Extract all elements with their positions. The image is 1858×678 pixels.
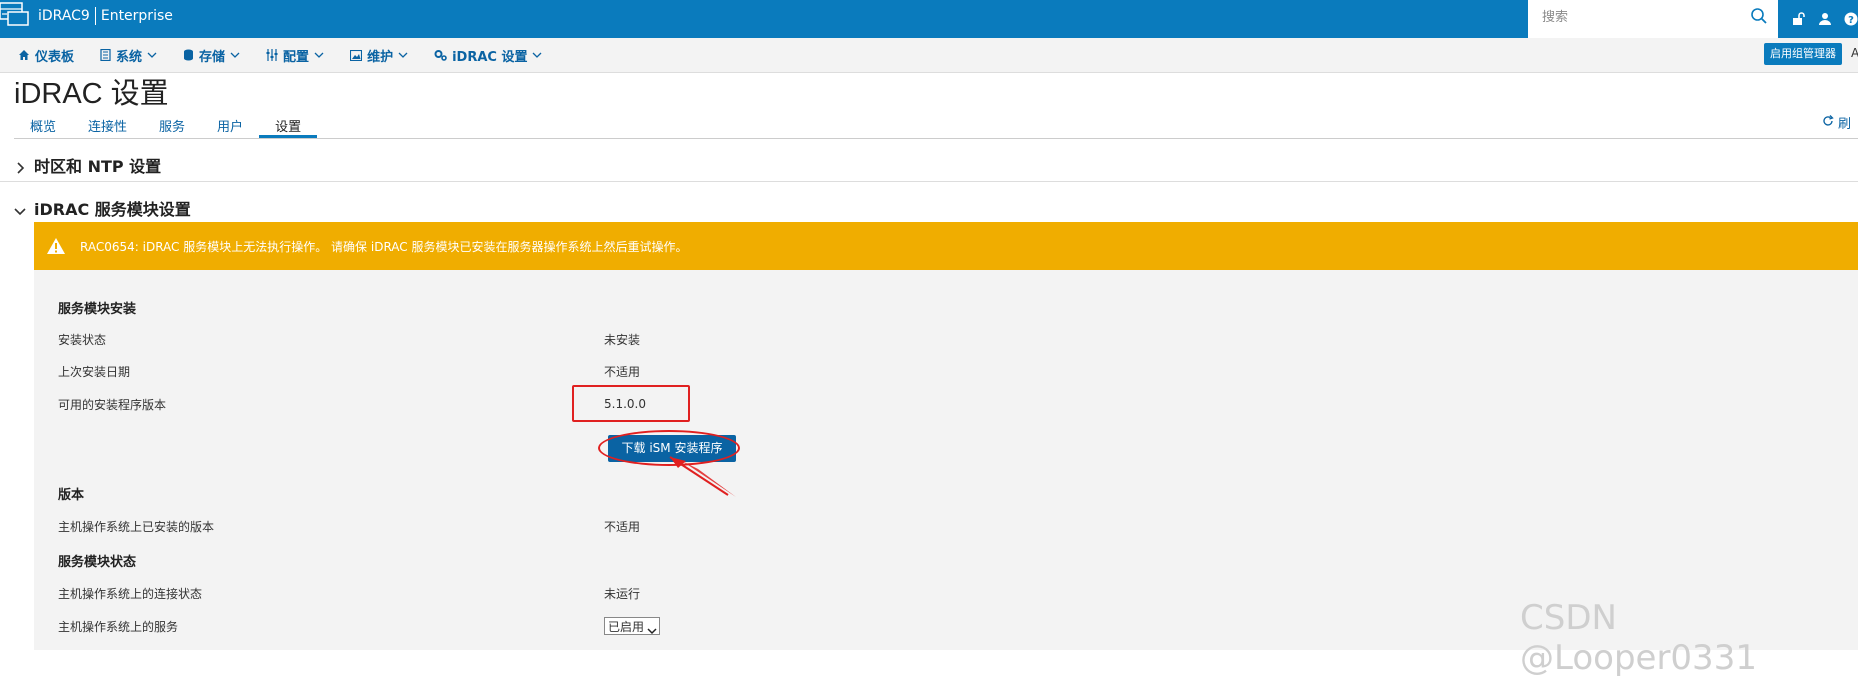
product-name: iDRAC9 bbox=[38, 8, 90, 24]
ism-section-title: iDRAC 服务模块设置 bbox=[34, 200, 191, 219]
home-icon bbox=[18, 49, 30, 61]
chevron-down-icon bbox=[647, 622, 657, 635]
unlock-icon[interactable] bbox=[1792, 12, 1806, 26]
top-icons: ? bbox=[1788, 0, 1858, 38]
nav-system-label: 系统 bbox=[116, 49, 143, 65]
host-installed-version-label: 主机操作系统上已安装的版本 bbox=[58, 520, 215, 534]
refresh-icon bbox=[1822, 114, 1834, 131]
host-service-selected: 已启用 bbox=[608, 620, 645, 634]
idrac-logo-icon bbox=[0, 0, 30, 38]
enable-group-manager-button[interactable]: 启用组管理器 bbox=[1764, 43, 1842, 65]
sliders-icon bbox=[266, 49, 278, 61]
help-icon[interactable]: ? bbox=[1844, 12, 1858, 26]
install-status-label: 安装状态 bbox=[58, 333, 107, 347]
nav-system[interactable]: 系统 bbox=[100, 46, 157, 65]
host-service-label: 主机操作系统上的服务 bbox=[58, 620, 179, 634]
warning-icon bbox=[46, 236, 66, 256]
version-header: 版本 bbox=[58, 488, 85, 503]
database-icon bbox=[183, 49, 194, 61]
ism-section-toggle[interactable]: iDRAC 服务模块设置 bbox=[14, 196, 191, 220]
nav-storage-label: 存储 bbox=[199, 49, 226, 65]
settings-tabs: 概览 连接性 服务 用户 设置 bbox=[14, 112, 318, 138]
annotation-arrow bbox=[669, 456, 736, 497]
nav-configuration[interactable]: 配置 bbox=[266, 46, 324, 65]
main-nav: 仪表板 系统 存储 配置 维护 iDRAC 设置 bbox=[0, 38, 1858, 73]
last-install-date-value: 不适用 bbox=[604, 365, 641, 379]
nav-maintenance-label: 维护 bbox=[367, 49, 394, 65]
search-input[interactable] bbox=[1540, 0, 1754, 34]
module-status-header: 服务模块状态 bbox=[58, 555, 137, 570]
tab-overview[interactable]: 概览 bbox=[14, 112, 72, 138]
connection-status-label: 主机操作系统上的连接状态 bbox=[58, 587, 203, 601]
chevron-down-icon bbox=[314, 51, 324, 59]
gears-icon bbox=[434, 49, 447, 61]
chevron-down-icon bbox=[398, 51, 408, 59]
tab-services[interactable]: 服务 bbox=[143, 112, 201, 138]
brand-divider bbox=[94, 7, 96, 25]
watermark: CSDN @Looper0331 bbox=[1520, 598, 1757, 678]
page-title: iDRAC 设置 bbox=[14, 78, 169, 110]
chevron-down-icon bbox=[230, 51, 240, 59]
nav-configuration-label: 配置 bbox=[283, 49, 310, 65]
search-box[interactable] bbox=[1528, 0, 1778, 38]
tab-users[interactable]: 用户 bbox=[201, 112, 259, 138]
server-icon bbox=[100, 49, 111, 61]
install-header: 服务模块安装 bbox=[58, 302, 137, 317]
image-icon bbox=[350, 49, 363, 61]
refresh-label: 刷 bbox=[1838, 117, 1852, 132]
tab-settings[interactable]: 设置 bbox=[259, 112, 318, 138]
nav-maintenance[interactable]: 维护 bbox=[350, 46, 408, 65]
host-installed-version-value: 不适用 bbox=[604, 520, 641, 534]
edition-name: Enterprise bbox=[100, 8, 173, 24]
section-divider bbox=[0, 181, 1858, 182]
chevron-down-icon bbox=[14, 202, 26, 216]
search-icon[interactable] bbox=[1750, 7, 1768, 25]
available-installer-label: 可用的安装程序版本 bbox=[58, 398, 167, 412]
nav-dashboard-label: 仪表板 bbox=[35, 49, 75, 65]
refresh-button[interactable]: 刷 bbox=[1822, 113, 1851, 132]
user-icon[interactable] bbox=[1818, 12, 1832, 26]
top-bar: iDRAC9 Enterprise ? bbox=[0, 0, 1858, 38]
chevron-down-icon bbox=[147, 51, 157, 59]
last-install-date-label: 上次安装日期 bbox=[58, 365, 131, 379]
connection-status-value: 未运行 bbox=[604, 587, 641, 601]
warning-alert: RAC0654: iDRAC 服务模块上无法执行操作。 请确保 iDRAC 服务… bbox=[34, 222, 1858, 270]
tab-connectivity[interactable]: 连接性 bbox=[72, 112, 143, 138]
brand-title: iDRAC9 Enterprise bbox=[38, 0, 173, 38]
warning-message: RAC0654: iDRAC 服务模块上无法执行操作。 请确保 iDRAC 服务… bbox=[80, 239, 688, 254]
annotation-box bbox=[572, 385, 690, 422]
nav-idrac-settings[interactable]: iDRAC 设置 bbox=[434, 46, 542, 65]
tab-divider bbox=[14, 138, 1858, 139]
nav-dashboard[interactable]: 仪表板 bbox=[18, 46, 74, 65]
ism-settings-panel bbox=[34, 270, 1858, 650]
host-service-select[interactable]: 已启用 bbox=[604, 617, 660, 635]
chevron-right-icon bbox=[14, 159, 26, 174]
timezone-section-title: 时区和 NTP 设置 bbox=[34, 157, 162, 176]
nav-storage[interactable]: 存储 bbox=[183, 46, 240, 65]
timezone-section-toggle[interactable]: 时区和 NTP 设置 bbox=[14, 153, 161, 177]
nav-idrac-settings-label: iDRAC 设置 bbox=[452, 49, 528, 65]
nav-overflow[interactable]: A bbox=[1851, 46, 1858, 60]
install-status-value: 未安装 bbox=[604, 333, 641, 347]
chevron-down-icon bbox=[532, 51, 542, 59]
svg-text:?: ? bbox=[1848, 15, 1854, 26]
